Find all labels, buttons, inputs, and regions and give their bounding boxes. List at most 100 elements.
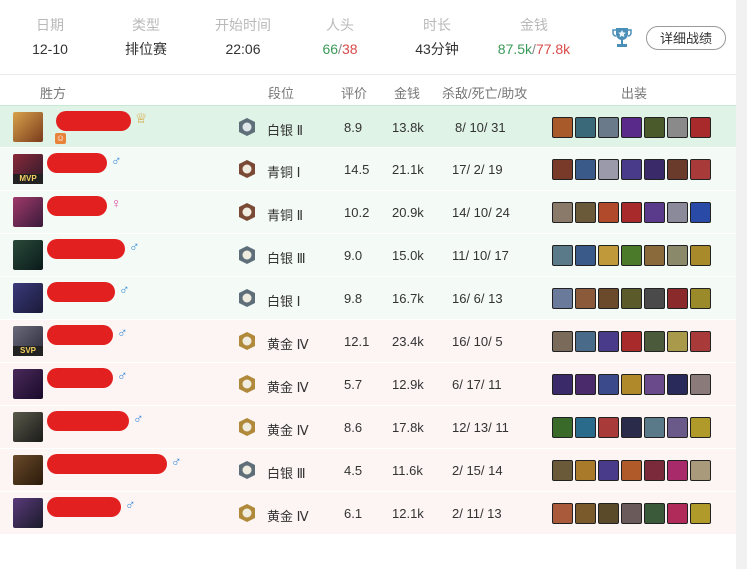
item-icon[interactable] — [575, 159, 596, 180]
item-icon[interactable] — [598, 288, 619, 309]
detail-stats-button[interactable]: 详细战绩 — [646, 26, 726, 50]
item-icon[interactable] — [621, 159, 642, 180]
item-icon[interactable] — [621, 202, 642, 223]
table-row[interactable]: ♂ 黄金 Ⅳ 5.7 12.9k 6/ 17/ 11 — [0, 363, 736, 406]
item-icon[interactable] — [667, 117, 688, 138]
item-icon[interactable] — [552, 374, 573, 395]
item-icon[interactable] — [667, 202, 688, 223]
item-list — [552, 117, 713, 139]
item-icon[interactable] — [644, 117, 665, 138]
item-icon[interactable] — [644, 374, 665, 395]
item-icon[interactable] — [598, 503, 619, 524]
item-icon[interactable] — [690, 331, 711, 352]
table-row[interactable]: ♂ 白银 Ⅲ 4.5 11.6k 2/ 15/ 14 — [0, 449, 736, 492]
table-row[interactable]: MVP ♂ 青铜 Ⅰ 14.5 21.1k 17/ 2/ 19 — [0, 148, 736, 191]
item-icon[interactable] — [598, 159, 619, 180]
performance-badge: SVP — [13, 346, 43, 356]
item-icon[interactable] — [552, 159, 573, 180]
item-icon[interactable] — [621, 374, 642, 395]
table-row[interactable]: ♂ 白银 Ⅰ 9.8 16.7k 16/ 6/ 13 — [0, 277, 736, 320]
item-icon[interactable] — [552, 202, 573, 223]
item-icon[interactable] — [644, 245, 665, 266]
item-icon[interactable] — [575, 417, 596, 438]
item-icon[interactable] — [667, 159, 688, 180]
champion-avatar[interactable] — [13, 369, 43, 399]
table-row[interactable]: ♂ 黄金 Ⅳ 6.1 12.1k 2/ 11/ 13 — [0, 492, 736, 535]
item-icon[interactable] — [621, 460, 642, 481]
item-icon[interactable] — [690, 117, 711, 138]
table-row[interactable]: ♀ 青铜 Ⅱ 10.2 20.9k 14/ 10/ 24 — [0, 191, 736, 234]
item-icon[interactable] — [598, 202, 619, 223]
item-icon[interactable] — [644, 288, 665, 309]
item-icon[interactable] — [598, 374, 619, 395]
item-icon[interactable] — [575, 460, 596, 481]
item-icon[interactable] — [598, 331, 619, 352]
item-icon[interactable] — [598, 460, 619, 481]
item-icon[interactable] — [552, 460, 573, 481]
gold-value: 11.6k — [392, 463, 423, 478]
item-icon[interactable] — [644, 202, 665, 223]
player-tags: ☺ — [55, 133, 69, 144]
item-icon[interactable] — [667, 245, 688, 266]
item-icon[interactable] — [621, 417, 642, 438]
item-icon[interactable] — [621, 117, 642, 138]
champion-avatar[interactable] — [13, 197, 43, 227]
item-icon[interactable] — [575, 288, 596, 309]
item-icon[interactable] — [575, 245, 596, 266]
item-icon[interactable] — [644, 503, 665, 524]
kills-label: 人头 — [326, 17, 354, 33]
item-icon[interactable] — [575, 374, 596, 395]
date-stat: 日期 12-10 — [5, 16, 95, 60]
item-icon[interactable] — [598, 417, 619, 438]
item-icon[interactable] — [690, 245, 711, 266]
item-icon[interactable] — [552, 288, 573, 309]
item-icon[interactable] — [552, 503, 573, 524]
item-icon[interactable] — [621, 245, 642, 266]
item-icon[interactable] — [575, 202, 596, 223]
item-icon[interactable] — [690, 503, 711, 524]
table-row[interactable]: ♂ 白银 Ⅲ 9.0 15.0k 11/ 10/ 17 — [0, 234, 736, 277]
item-icon[interactable] — [575, 503, 596, 524]
item-icon[interactable] — [667, 417, 688, 438]
item-icon[interactable] — [598, 117, 619, 138]
item-icon[interactable] — [575, 117, 596, 138]
item-icon[interactable] — [667, 503, 688, 524]
item-icon[interactable] — [690, 460, 711, 481]
item-icon[interactable] — [552, 417, 573, 438]
scrollbar[interactable] — [736, 0, 747, 569]
item-icon[interactable] — [644, 331, 665, 352]
item-icon[interactable] — [690, 202, 711, 223]
item-icon[interactable] — [644, 159, 665, 180]
item-icon[interactable] — [621, 503, 642, 524]
gold-value: 12.1k — [392, 506, 424, 521]
item-icon[interactable] — [552, 245, 573, 266]
item-icon[interactable] — [690, 374, 711, 395]
item-icon[interactable] — [621, 288, 642, 309]
item-icon[interactable] — [575, 331, 596, 352]
item-icon[interactable] — [667, 460, 688, 481]
item-icon[interactable] — [667, 374, 688, 395]
item-icon[interactable] — [667, 331, 688, 352]
kda-value: 11/ 10/ 17 — [452, 248, 509, 263]
item-icon[interactable] — [644, 460, 665, 481]
champion-avatar[interactable] — [13, 498, 43, 528]
item-icon[interactable] — [644, 417, 665, 438]
item-icon[interactable] — [552, 117, 573, 138]
champion-avatar[interactable] — [13, 112, 43, 142]
item-icon[interactable] — [598, 245, 619, 266]
champion-avatar[interactable] — [13, 412, 43, 442]
table-row[interactable]: SVP ♂ 黄金 Ⅳ 12.1 23.4k 16/ 10/ 5 — [0, 320, 736, 363]
item-icon[interactable] — [667, 288, 688, 309]
champion-avatar[interactable] — [13, 455, 43, 485]
item-icon[interactable] — [690, 417, 711, 438]
champion-avatar[interactable] — [13, 283, 43, 313]
champion-avatar[interactable] — [13, 240, 43, 270]
kda-value: 17/ 2/ 19 — [452, 162, 503, 177]
item-icon[interactable] — [621, 331, 642, 352]
table-row[interactable]: ♕ ☺ 白银 Ⅱ 8.9 13.8k 8/ 10/ 31 — [0, 105, 736, 148]
item-icon[interactable] — [552, 331, 573, 352]
item-list — [552, 288, 713, 310]
item-icon[interactable] — [690, 159, 711, 180]
table-row[interactable]: ♂ 黄金 Ⅳ 8.6 17.8k 12/ 13/ 11 — [0, 406, 736, 449]
item-icon[interactable] — [690, 288, 711, 309]
